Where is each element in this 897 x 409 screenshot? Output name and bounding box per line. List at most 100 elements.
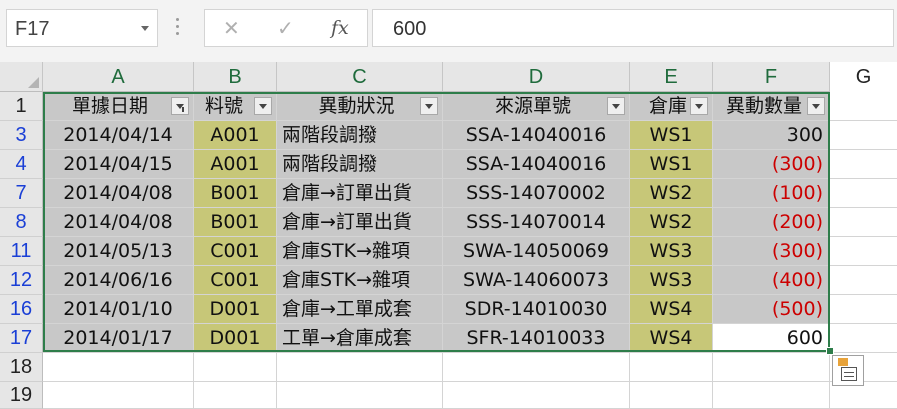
cell-source[interactable]: SWA-14050069 [443,237,630,266]
filter-dropdown-icon[interactable] [807,97,825,115]
enter-icon[interactable]: ✓ [277,16,294,40]
empty-cell[interactable] [43,353,194,382]
cell-status[interactable]: 倉庫→訂單出貨 [277,179,443,208]
cell-date[interactable]: 2014/05/13 [43,237,194,266]
name-box[interactable]: F17 [6,9,158,47]
cell-warehouse[interactable]: WS2 [630,179,713,208]
empty-cell[interactable] [443,353,630,382]
cell-date[interactable]: 2014/04/14 [43,121,194,150]
empty-cell[interactable] [830,237,897,266]
filter-dropdown-icon[interactable] [607,97,625,115]
filter-dropdown-icon[interactable] [254,97,272,115]
cell-status[interactable]: 倉庫→訂單出貨 [277,208,443,237]
header-cell-warehouse[interactable]: 倉庫 [630,92,713,121]
insert-function-icon[interactable]: fx [331,17,349,39]
empty-cell[interactable] [830,266,897,295]
cell-source[interactable]: SSS-14070014 [443,208,630,237]
empty-cell[interactable] [830,295,897,324]
empty-cell[interactable] [830,324,897,353]
column-header-d[interactable]: D [443,62,630,92]
cell-status[interactable]: 倉庫STK→雜項 [277,266,443,295]
row-header-7[interactable]: 7 [0,179,43,208]
cell-date[interactable]: 2014/04/15 [43,150,194,179]
column-header-a[interactable]: A [43,62,194,92]
cell-status[interactable]: 兩階段調撥 [277,150,443,179]
column-header-g[interactable]: G [830,62,897,92]
column-header-e[interactable]: E [630,62,713,92]
empty-cell[interactable] [830,150,897,179]
formula-input[interactable]: 600 [372,9,894,47]
column-header-c[interactable]: C [277,62,443,92]
cancel-icon[interactable]: ✕ [223,16,240,40]
cell-source[interactable]: SWA-14060073 [443,266,630,295]
cell-status[interactable]: 工單→倉庫成套 [277,324,443,353]
drag-handle-icon[interactable] [176,18,180,39]
cell-quantity[interactable]: (300) [713,237,830,266]
empty-cell[interactable] [277,353,443,382]
header-cell-date[interactable]: 單據日期 [43,92,194,121]
cell-date[interactable]: 2014/04/08 [43,208,194,237]
row-header-3[interactable]: 3 [0,121,43,150]
cell-quantity[interactable]: (400) [713,266,830,295]
row-header-18[interactable]: 18 [0,353,43,382]
row-header-8[interactable]: 8 [0,208,43,237]
filter-dropdown-icon[interactable] [420,97,438,115]
empty-cell[interactable] [713,353,830,382]
cell-status[interactable]: 兩階段調撥 [277,121,443,150]
header-cell-status[interactable]: 異動狀況 [277,92,443,121]
select-all-corner[interactable] [0,62,43,92]
cell-date[interactable]: 2014/06/16 [43,266,194,295]
row-header-17[interactable]: 17 [0,324,43,353]
cell-part[interactable]: B001 [194,208,277,237]
cell-quantity[interactable]: 600 [713,324,830,353]
cell-quantity[interactable]: (500) [713,295,830,324]
empty-cell[interactable] [830,121,897,150]
cell-date[interactable]: 2014/04/08 [43,179,194,208]
quick-analysis-icon[interactable] [832,355,864,386]
cell-part[interactable]: D001 [194,324,277,353]
cell-source[interactable]: SDR-14010030 [443,295,630,324]
empty-cell[interactable] [630,353,713,382]
filter-dropdown-icon[interactable] [690,97,708,115]
chevron-down-icon[interactable] [141,26,149,31]
cell-quantity[interactable]: (200) [713,208,830,237]
filter-active-icon[interactable] [171,97,189,115]
cell-status[interactable]: 倉庫STK→雜項 [277,237,443,266]
cell-source[interactable]: SSA-14040016 [443,121,630,150]
cell-quantity[interactable]: (100) [713,179,830,208]
cell-warehouse[interactable]: WS4 [630,295,713,324]
cell-part[interactable]: C001 [194,237,277,266]
row-header-1[interactable]: 1 [0,92,43,121]
empty-cell[interactable] [277,382,443,409]
cell-quantity[interactable]: 300 [713,121,830,150]
header-cell-part[interactable]: 料號 [194,92,277,121]
empty-cell[interactable] [713,382,830,409]
header-cell-quantity[interactable]: 異動數量 [713,92,830,121]
cell-source[interactable]: SFR-14010033 [443,324,630,353]
cell-date[interactable]: 2014/01/10 [43,295,194,324]
cell-date[interactable]: 2014/01/17 [43,324,194,353]
cell-part[interactable]: C001 [194,266,277,295]
fill-handle[interactable] [826,347,834,355]
cell-g1[interactable] [830,92,897,121]
column-header-b[interactable]: B [194,62,277,92]
empty-cell[interactable] [43,382,194,409]
empty-cell[interactable] [630,382,713,409]
cell-part[interactable]: B001 [194,179,277,208]
row-header-4[interactable]: 4 [0,150,43,179]
header-cell-source[interactable]: 來源單號 [443,92,630,121]
cell-part[interactable]: D001 [194,295,277,324]
row-header-16[interactable]: 16 [0,295,43,324]
empty-cell[interactable] [830,179,897,208]
cell-source[interactable]: SSS-14070002 [443,179,630,208]
row-header-11[interactable]: 11 [0,237,43,266]
column-header-f[interactable]: F [713,62,830,92]
cell-warehouse[interactable]: WS4 [630,324,713,353]
cell-warehouse[interactable]: WS2 [630,208,713,237]
cell-part[interactable]: A001 [194,121,277,150]
cell-source[interactable]: SSA-14040016 [443,150,630,179]
cell-quantity[interactable]: (300) [713,150,830,179]
empty-cell[interactable] [194,382,277,409]
cell-warehouse[interactable]: WS3 [630,266,713,295]
empty-cell[interactable] [830,208,897,237]
